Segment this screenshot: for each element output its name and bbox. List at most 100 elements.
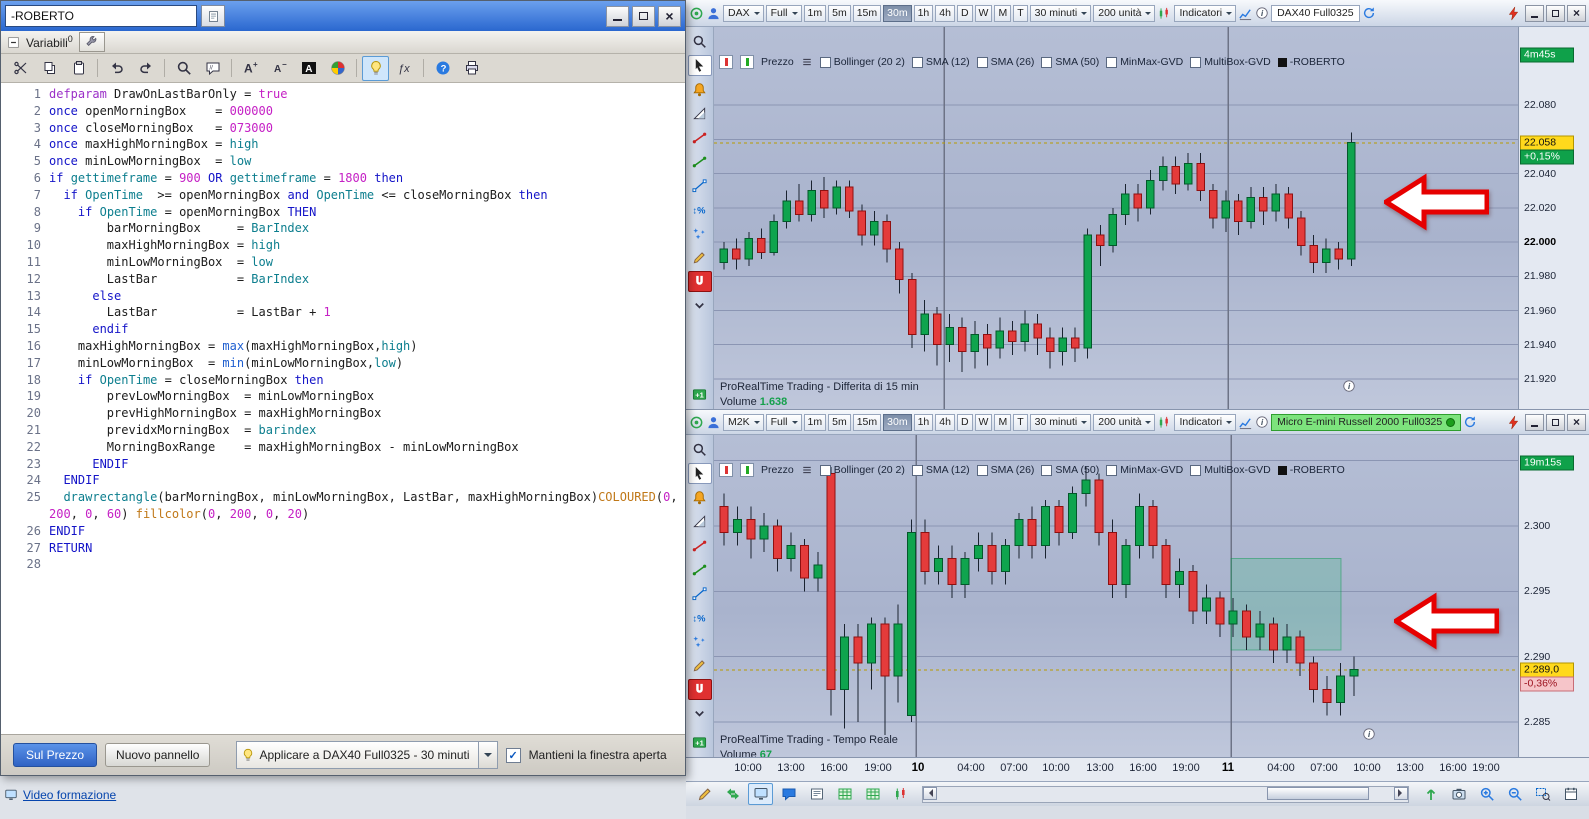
alarm-tool[interactable] [688, 79, 712, 100]
timeframe-button-M[interactable]: M [994, 413, 1012, 431]
code-editor-area[interactable]: 1 defparam DrawOnLastBarOnly = true 2 once … [1, 83, 685, 734]
magnet-tool[interactable] [687, 271, 712, 292]
trend-red-tool[interactable] [688, 127, 712, 148]
minimize-button[interactable] [1525, 4, 1544, 22]
cursor-tool[interactable] [687, 463, 712, 484]
setsquare-tool[interactable] [688, 103, 712, 124]
timeframe-button-4h[interactable]: 4h [935, 4, 955, 22]
maximize-button[interactable] [1546, 4, 1565, 22]
percent-tool[interactable] [688, 199, 712, 220]
magnifier-tool[interactable] [688, 439, 712, 460]
help-button[interactable] [429, 56, 456, 81]
timeframe-button-5m[interactable]: 5m [828, 413, 851, 431]
target-icon[interactable] [689, 415, 704, 430]
mode-dropdown[interactable]: Full [765, 413, 802, 431]
segment-tool[interactable] [688, 583, 712, 604]
info-icon[interactable] [1362, 727, 1376, 741]
magnet-tool[interactable] [687, 679, 712, 700]
indicator-toggle[interactable]: SMA (50) [1041, 56, 1099, 68]
indicator-toggle[interactable]: SMA (26) [976, 464, 1034, 476]
timeframe-button-D[interactable]: D [956, 4, 973, 22]
variables-label[interactable]: Variabili0 [26, 34, 73, 50]
lightning-icon[interactable] [1506, 6, 1521, 21]
indicator-toggle[interactable]: Bollinger (20 2) [819, 56, 905, 68]
indicator-name-input[interactable]: -ROBERTO [5, 5, 197, 27]
percent-tool[interactable] [688, 607, 712, 628]
indicator-toggle[interactable]: SMA (12) [911, 56, 970, 68]
timeframe-button-W[interactable]: W [974, 4, 993, 22]
timeframe-button-M[interactable]: M [994, 4, 1012, 22]
symbol-dropdown[interactable]: M2K [723, 413, 764, 431]
green-price-icon[interactable] [740, 463, 754, 477]
info-icon[interactable] [1342, 379, 1356, 393]
chevron-down-tool[interactable] [688, 703, 712, 724]
paste-button[interactable] [65, 56, 92, 81]
cursor-tool[interactable] [687, 55, 712, 76]
chart-pen-icon[interactable] [1238, 6, 1253, 21]
camera-button[interactable] [1446, 783, 1471, 805]
indicator-toggle[interactable]: MinMax-GVD [1106, 56, 1183, 68]
price-axis[interactable]: 22.080 22.040 22.020 22.000 21.980 21.960 21.9… [1518, 27, 1589, 409]
refresh-icon[interactable] [1362, 6, 1376, 20]
timeframe-button-30m[interactable]: 30m [883, 4, 912, 22]
variables-settings-button[interactable] [78, 32, 105, 52]
font-decrease-button[interactable] [266, 56, 293, 81]
arrow-up-button[interactable] [1418, 783, 1443, 805]
timeframe-button-T[interactable]: T [1013, 4, 1028, 22]
timeframe-button-T[interactable]: T [1013, 413, 1028, 431]
apply-on-price-button[interactable]: Sul Prezzo [13, 743, 98, 767]
calendar-button[interactable] [1558, 783, 1583, 805]
zoom-box-button[interactable] [1530, 783, 1555, 805]
timeframe-button-1h[interactable]: 1h [913, 4, 934, 22]
setsquare-tool[interactable] [688, 511, 712, 532]
timeframe-button-1m[interactable]: 1m [803, 4, 827, 22]
time-axis[interactable]: 10:00 13:00 16:00 19:00 10 04:00 07:00 10:00 13:… [686, 757, 1589, 781]
instrument-box[interactable]: Micro E-mini Russell 2000 Full0325 [1271, 413, 1462, 431]
red-price-icon[interactable] [719, 463, 733, 477]
chart-plot-area[interactable]: Prezzo Bollinger (20 2) SMA (12) SMA (26) SM… [714, 435, 1518, 757]
chat-button[interactable] [776, 783, 801, 805]
timeframe-button-5m[interactable]: 5m [828, 4, 851, 22]
pencil-tool[interactable] [688, 655, 712, 676]
target-icon[interactable] [689, 6, 704, 21]
timeframe-button-D[interactable]: D [956, 413, 973, 431]
chart-plot-area[interactable]: Prezzo Bollinger (20 2) SMA (12) SMA (26) SM… [714, 27, 1518, 409]
info-icon[interactable] [1255, 415, 1269, 429]
close-button[interactable] [1567, 4, 1586, 22]
undo-button[interactable] [103, 56, 130, 81]
alert-plus-tool[interactable] [688, 732, 712, 753]
palette-button[interactable] [324, 56, 351, 81]
indicators-dropdown[interactable]: Indicatori [1174, 4, 1237, 22]
timeframe-button-W[interactable]: W [974, 413, 993, 431]
minimize-button[interactable] [606, 5, 629, 27]
pencil-tool[interactable] [688, 247, 712, 268]
new-panel-button[interactable]: Nuovo pannello [105, 743, 211, 767]
alarm-tool[interactable] [688, 487, 712, 508]
news-button[interactable] [804, 783, 829, 805]
timeframe-button-1m[interactable]: 1m [803, 413, 827, 431]
red-price-icon[interactable] [719, 55, 733, 69]
trend-green-tool[interactable] [688, 151, 712, 172]
video-training-link[interactable]: Video formazione [23, 788, 116, 802]
maximize-button[interactable] [1546, 413, 1565, 431]
chart-scrollbar[interactable] [922, 785, 1409, 803]
keep-window-open-checkbox[interactable] [505, 747, 521, 763]
mode-dropdown[interactable]: Full [765, 4, 802, 22]
price-axis[interactable]: 2.300 2.295 2.290 2.285 19m15s 2.289,0 -0,36% [1518, 435, 1589, 757]
alert-plus-tool[interactable] [688, 384, 712, 405]
lightning-icon[interactable] [1506, 415, 1521, 430]
timeframe-button-15m[interactable]: 15m [852, 4, 882, 22]
person-icon[interactable] [706, 6, 721, 21]
printer-button[interactable] [458, 56, 485, 81]
draw-tools-button[interactable] [692, 783, 717, 805]
green-price-icon[interactable] [740, 55, 754, 69]
scroll-right-button[interactable] [1394, 786, 1408, 800]
custom-indicator-toggle[interactable]: -ROBERTO [1277, 464, 1345, 476]
editor-titlebar[interactable]: -ROBERTO [1, 1, 685, 31]
timeframe-button-1h[interactable]: 1h [913, 413, 934, 431]
indicator-toggle[interactable]: SMA (50) [1041, 464, 1099, 476]
trend-red-tool[interactable] [688, 535, 712, 556]
zoom-in-button[interactable] [1474, 783, 1499, 805]
timeframe-dropdown[interactable]: 30 minuti [1029, 413, 1092, 431]
person-icon[interactable] [706, 415, 721, 430]
